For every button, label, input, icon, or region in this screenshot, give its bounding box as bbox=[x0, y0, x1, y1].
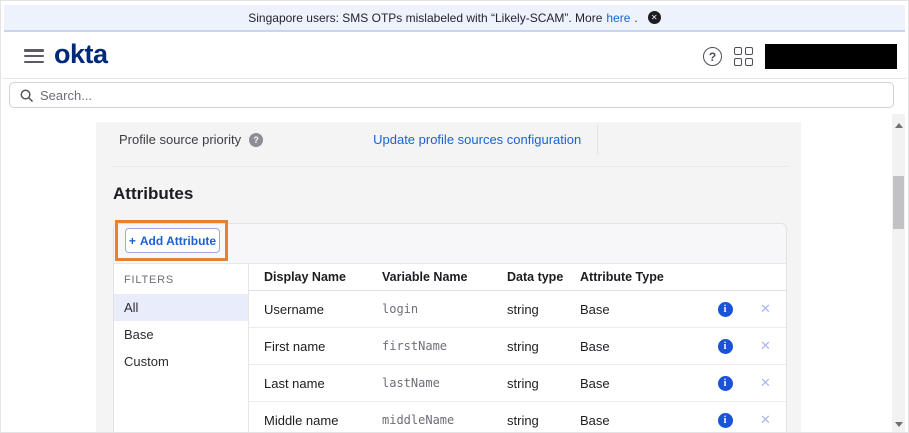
info-icon[interactable]: i bbox=[718, 376, 733, 391]
cell-display-name: Last name bbox=[249, 376, 382, 391]
redacted-account-info bbox=[765, 44, 897, 69]
info-icon[interactable]: i bbox=[718, 413, 733, 428]
info-icon[interactable]: i bbox=[718, 339, 733, 354]
table-row: First name firstName string Base i ✕ bbox=[249, 328, 786, 365]
update-profile-sources-link[interactable]: Update profile sources configuration bbox=[373, 132, 581, 147]
cell-data-type: string bbox=[507, 302, 580, 317]
cell-attribute-type: Base bbox=[580, 339, 705, 354]
remove-attribute-icon[interactable]: ✕ bbox=[760, 412, 771, 428]
table-row: Middle name middleName string Base i ✕ bbox=[249, 402, 786, 433]
okta-admin-window: Singapore users: SMS OTPs mislabeled wit… bbox=[0, 0, 909, 433]
profile-editor-panel: Profile source priority ? Update profile… bbox=[96, 122, 801, 432]
cell-attribute-type: Base bbox=[580, 413, 705, 428]
table-row: Last name lastName string Base i ✕ bbox=[249, 365, 786, 402]
help-icon[interactable]: ? bbox=[703, 47, 722, 66]
col-attribute-type: Attribute Type bbox=[580, 270, 705, 284]
cell-display-name: First name bbox=[249, 339, 382, 354]
banner-here-link[interactable]: here bbox=[606, 11, 630, 25]
cell-variable-name: lastName bbox=[382, 376, 507, 390]
cell-variable-name: middleName bbox=[382, 413, 507, 427]
cell-data-type: string bbox=[507, 413, 580, 428]
okta-logo: okta bbox=[54, 39, 108, 70]
notification-banner: Singapore users: SMS OTPs mislabeled wit… bbox=[4, 5, 905, 32]
global-search bbox=[9, 82, 894, 108]
banner-close-icon[interactable]: ✕ bbox=[648, 11, 661, 24]
banner-message: Singapore users: SMS OTPs mislabeled wit… bbox=[248, 11, 602, 25]
remove-attribute-icon[interactable]: ✕ bbox=[760, 301, 771, 317]
cell-display-name: Username bbox=[249, 302, 382, 317]
section-divider bbox=[597, 125, 598, 154]
app-header: okta ? bbox=[2, 34, 907, 79]
attributes-heading: Attributes bbox=[113, 184, 193, 204]
attributes-card-header: + Add Attribute bbox=[114, 224, 786, 264]
remove-attribute-icon[interactable]: ✕ bbox=[760, 338, 771, 354]
filters-heading: FILTERS bbox=[114, 270, 248, 294]
scroll-down-icon[interactable] bbox=[895, 422, 903, 427]
apps-grid-icon[interactable] bbox=[734, 47, 753, 66]
table-header-row: Display Name Variable Name Data type Att… bbox=[249, 264, 786, 291]
filter-item-base[interactable]: Base bbox=[114, 321, 248, 348]
scrollbar-thumb[interactable] bbox=[893, 176, 904, 229]
cell-attribute-type: Base bbox=[580, 302, 705, 317]
cell-variable-name: firstName bbox=[382, 339, 507, 353]
col-variable-name: Variable Name bbox=[382, 270, 507, 284]
col-data-type: Data type bbox=[507, 270, 580, 284]
horizontal-divider bbox=[113, 166, 788, 167]
annotation-highlight-box bbox=[115, 220, 228, 261]
filters-sidebar: FILTERS All Base Custom bbox=[114, 264, 249, 433]
hamburger-menu-icon[interactable] bbox=[24, 49, 44, 63]
attributes-table: Display Name Variable Name Data type Att… bbox=[249, 264, 786, 433]
info-icon[interactable]: i bbox=[718, 302, 733, 317]
attributes-card: + Add Attribute FILTERS All Base Custom … bbox=[113, 223, 787, 433]
profile-source-help-icon[interactable]: ? bbox=[249, 133, 263, 147]
table-row: Username login string Base i ✕ bbox=[249, 291, 786, 328]
filter-item-all[interactable]: All bbox=[114, 294, 248, 321]
profile-source-priority-label: Profile source priority bbox=[119, 132, 241, 147]
cell-display-name: Middle name bbox=[249, 413, 382, 428]
col-display-name: Display Name bbox=[249, 270, 382, 284]
cell-data-type: string bbox=[507, 376, 580, 391]
banner-message-suffix: . bbox=[634, 11, 637, 25]
remove-attribute-icon[interactable]: ✕ bbox=[760, 375, 771, 391]
cell-variable-name: login bbox=[382, 302, 507, 316]
cell-attribute-type: Base bbox=[580, 376, 705, 391]
vertical-scrollbar[interactable] bbox=[892, 114, 905, 432]
search-icon bbox=[20, 89, 33, 102]
scroll-up-icon[interactable] bbox=[895, 123, 903, 128]
cell-data-type: string bbox=[507, 339, 580, 354]
search-input[interactable] bbox=[40, 88, 883, 103]
filter-item-custom[interactable]: Custom bbox=[114, 348, 248, 375]
